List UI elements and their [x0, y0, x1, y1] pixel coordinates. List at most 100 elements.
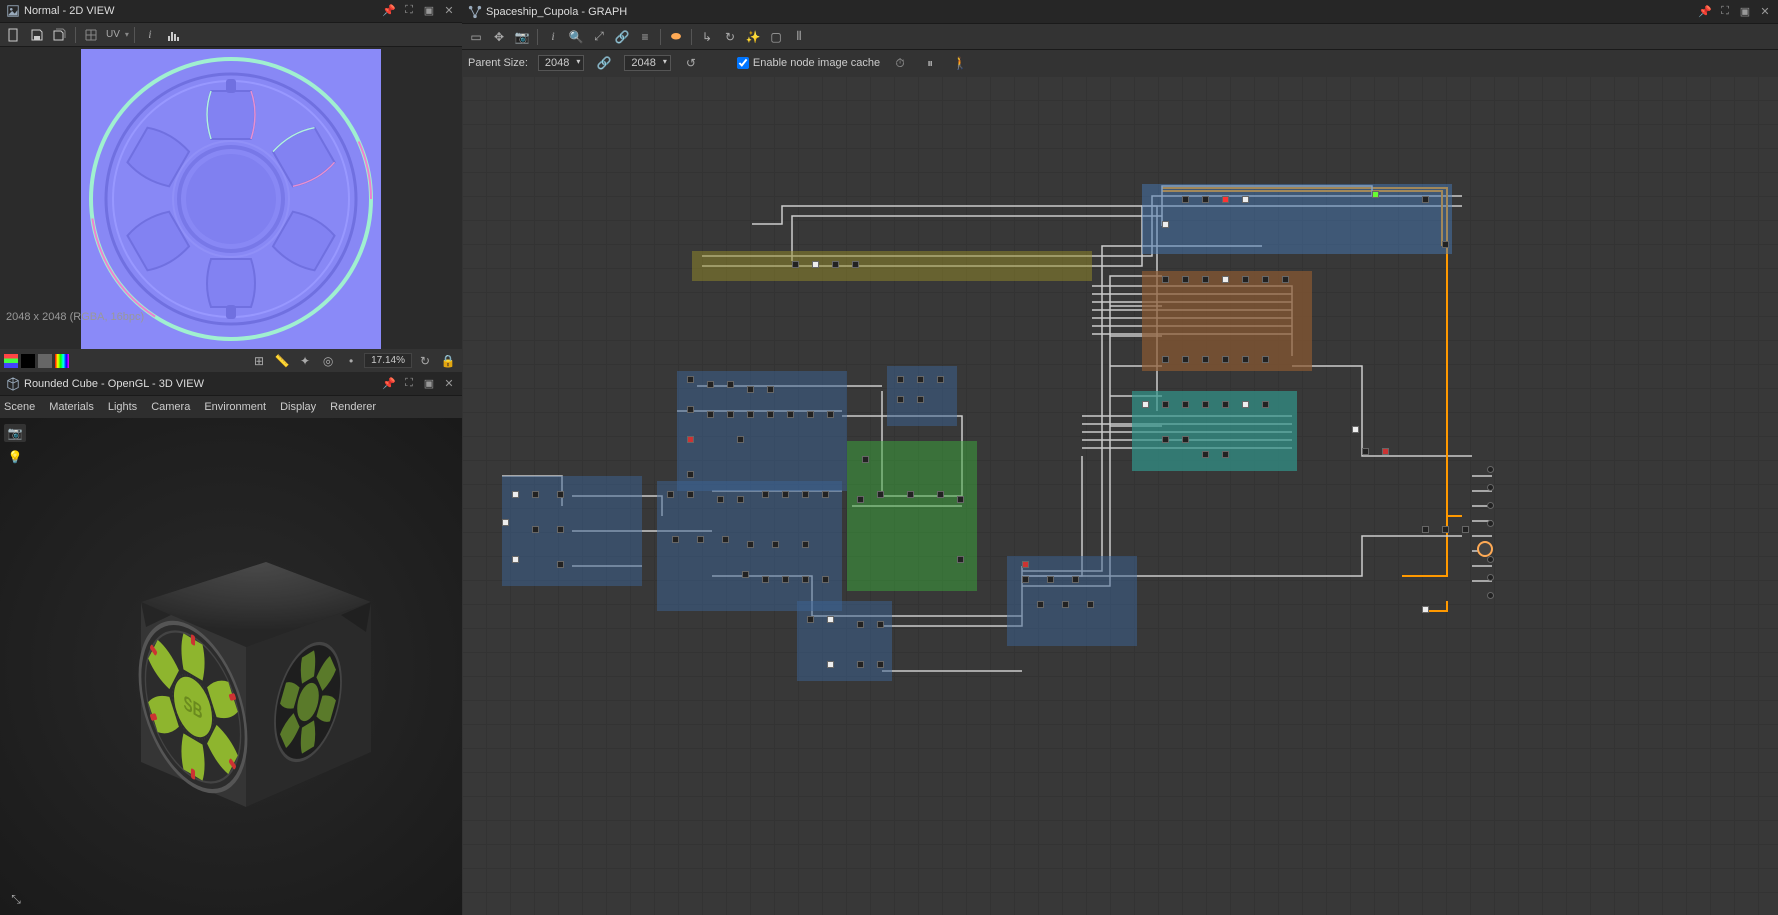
menu-materials[interactable]: Materials — [49, 401, 94, 413]
graph-node[interactable] — [1242, 356, 1249, 363]
graph-node[interactable] — [762, 491, 769, 498]
graph-node[interactable] — [687, 406, 694, 413]
output-port[interactable] — [1487, 466, 1494, 473]
camera-icon[interactable]: 📷 — [4, 424, 26, 442]
graph-node[interactable] — [1162, 221, 1169, 228]
size-x-dropdown[interactable]: 2048 — [538, 55, 584, 71]
graph-node[interactable] — [1477, 541, 1493, 557]
graph-node[interactable] — [1422, 196, 1429, 203]
frame-icon[interactable]: ▢ — [766, 27, 786, 47]
graph-node[interactable] — [792, 261, 799, 268]
menu-lights[interactable]: Lights — [108, 401, 137, 413]
save-icon[interactable] — [27, 25, 47, 45]
fit-icon[interactable]: ⤢ — [589, 27, 609, 47]
graph-node[interactable] — [1262, 276, 1269, 283]
graph-node[interactable] — [1262, 401, 1269, 408]
graph-node[interactable] — [767, 386, 774, 393]
graph-node[interactable] — [1162, 401, 1169, 408]
graph-node[interactable] — [1372, 191, 1379, 198]
graph-node[interactable] — [1162, 276, 1169, 283]
output-port[interactable] — [1487, 556, 1494, 563]
fit-icon[interactable]: ✦ — [295, 351, 315, 371]
graph-node[interactable] — [907, 491, 914, 498]
link-size-icon[interactable]: 🔗 — [594, 53, 614, 73]
graph-node[interactable] — [1462, 526, 1469, 533]
graph-node[interactable] — [687, 436, 694, 443]
graph-node[interactable] — [807, 411, 814, 418]
light-icon[interactable]: 💡 — [4, 448, 26, 466]
graph-node[interactable] — [857, 621, 864, 628]
graph-node[interactable] — [1202, 276, 1209, 283]
frame[interactable] — [1132, 391, 1297, 471]
graph-node[interactable] — [737, 436, 744, 443]
reload-icon[interactable]: ↻ — [720, 27, 740, 47]
restore-icon[interactable]: ▣ — [1738, 5, 1752, 19]
timing-icon[interactable]: ⏱ — [890, 53, 910, 73]
gray-icon[interactable] — [38, 354, 52, 368]
graph-node[interactable] — [1022, 576, 1029, 583]
restore-icon[interactable]: ▣ — [422, 4, 436, 18]
output-port[interactable] — [1487, 484, 1494, 491]
graph-node[interactable] — [1362, 448, 1369, 455]
graph-node[interactable] — [1202, 196, 1209, 203]
graph-node[interactable] — [667, 491, 674, 498]
graph-node[interactable] — [1182, 356, 1189, 363]
graph-node[interactable] — [727, 381, 734, 388]
graph-node[interactable] — [782, 576, 789, 583]
graph-node[interactable] — [1222, 196, 1229, 203]
graph-node[interactable] — [717, 496, 724, 503]
graph-node[interactable] — [1182, 196, 1189, 203]
maximize-icon[interactable]: ⛶ — [402, 377, 416, 391]
view-2d-canvas[interactable]: 2048 x 2048 (RGBA, 16bpc) — [0, 47, 462, 349]
graph-node[interactable] — [512, 556, 519, 563]
link-icon[interactable]: 🔗 — [612, 27, 632, 47]
graph-node[interactable] — [1182, 436, 1189, 443]
graph-node[interactable] — [1222, 356, 1229, 363]
new-icon[interactable] — [4, 25, 24, 45]
refresh-icon[interactable]: ↻ — [415, 351, 435, 371]
graph-node[interactable] — [827, 411, 834, 418]
graph-node[interactable] — [802, 576, 809, 583]
graph-node[interactable] — [1222, 451, 1229, 458]
info-icon[interactable]: i — [543, 27, 563, 47]
pause-icon[interactable]: ⏸ — [920, 53, 940, 73]
reset-icon[interactable]: ↺ — [681, 53, 701, 73]
graph-node[interactable] — [1442, 526, 1449, 533]
frame[interactable] — [692, 251, 1092, 281]
graph-node[interactable] — [697, 536, 704, 543]
frame[interactable] — [1007, 556, 1137, 646]
graph-node[interactable] — [502, 519, 509, 526]
graph-node[interactable] — [557, 526, 564, 533]
restore-icon[interactable]: ▣ — [422, 377, 436, 391]
graph-node[interactable] — [822, 576, 829, 583]
graph-node[interactable] — [1222, 401, 1229, 408]
info-icon[interactable]: i — [140, 25, 160, 45]
menu-renderer[interactable]: Renderer — [330, 401, 376, 413]
graph-node[interactable] — [1022, 561, 1029, 568]
graph-node[interactable] — [1352, 426, 1359, 433]
menu-camera[interactable]: Camera — [151, 401, 190, 413]
graph-node[interactable] — [1182, 276, 1189, 283]
graph-node[interactable] — [747, 386, 754, 393]
graph-node[interactable] — [742, 571, 749, 578]
graph-node[interactable] — [877, 661, 884, 668]
pin-icon[interactable]: 📌 — [382, 4, 396, 18]
graph-node[interactable] — [672, 536, 679, 543]
pin-icon[interactable]: 📌 — [382, 377, 396, 391]
graph-node[interactable] — [1262, 356, 1269, 363]
graph-node[interactable] — [957, 556, 964, 563]
graph-node[interactable] — [1382, 448, 1389, 455]
graph-node[interactable] — [1242, 196, 1249, 203]
graph-node[interactable] — [852, 261, 859, 268]
graph-node[interactable] — [897, 376, 904, 383]
graph-node[interactable] — [1422, 606, 1429, 613]
graph-node[interactable] — [1062, 601, 1069, 608]
graph-node[interactable] — [857, 661, 864, 668]
graph-node[interactable] — [767, 411, 774, 418]
graph-node[interactable] — [532, 491, 539, 498]
graph-node[interactable] — [862, 456, 869, 463]
graph-canvas[interactable] — [462, 76, 1778, 915]
frame[interactable] — [847, 441, 977, 591]
graph-node[interactable] — [557, 491, 564, 498]
frame[interactable] — [677, 371, 847, 491]
